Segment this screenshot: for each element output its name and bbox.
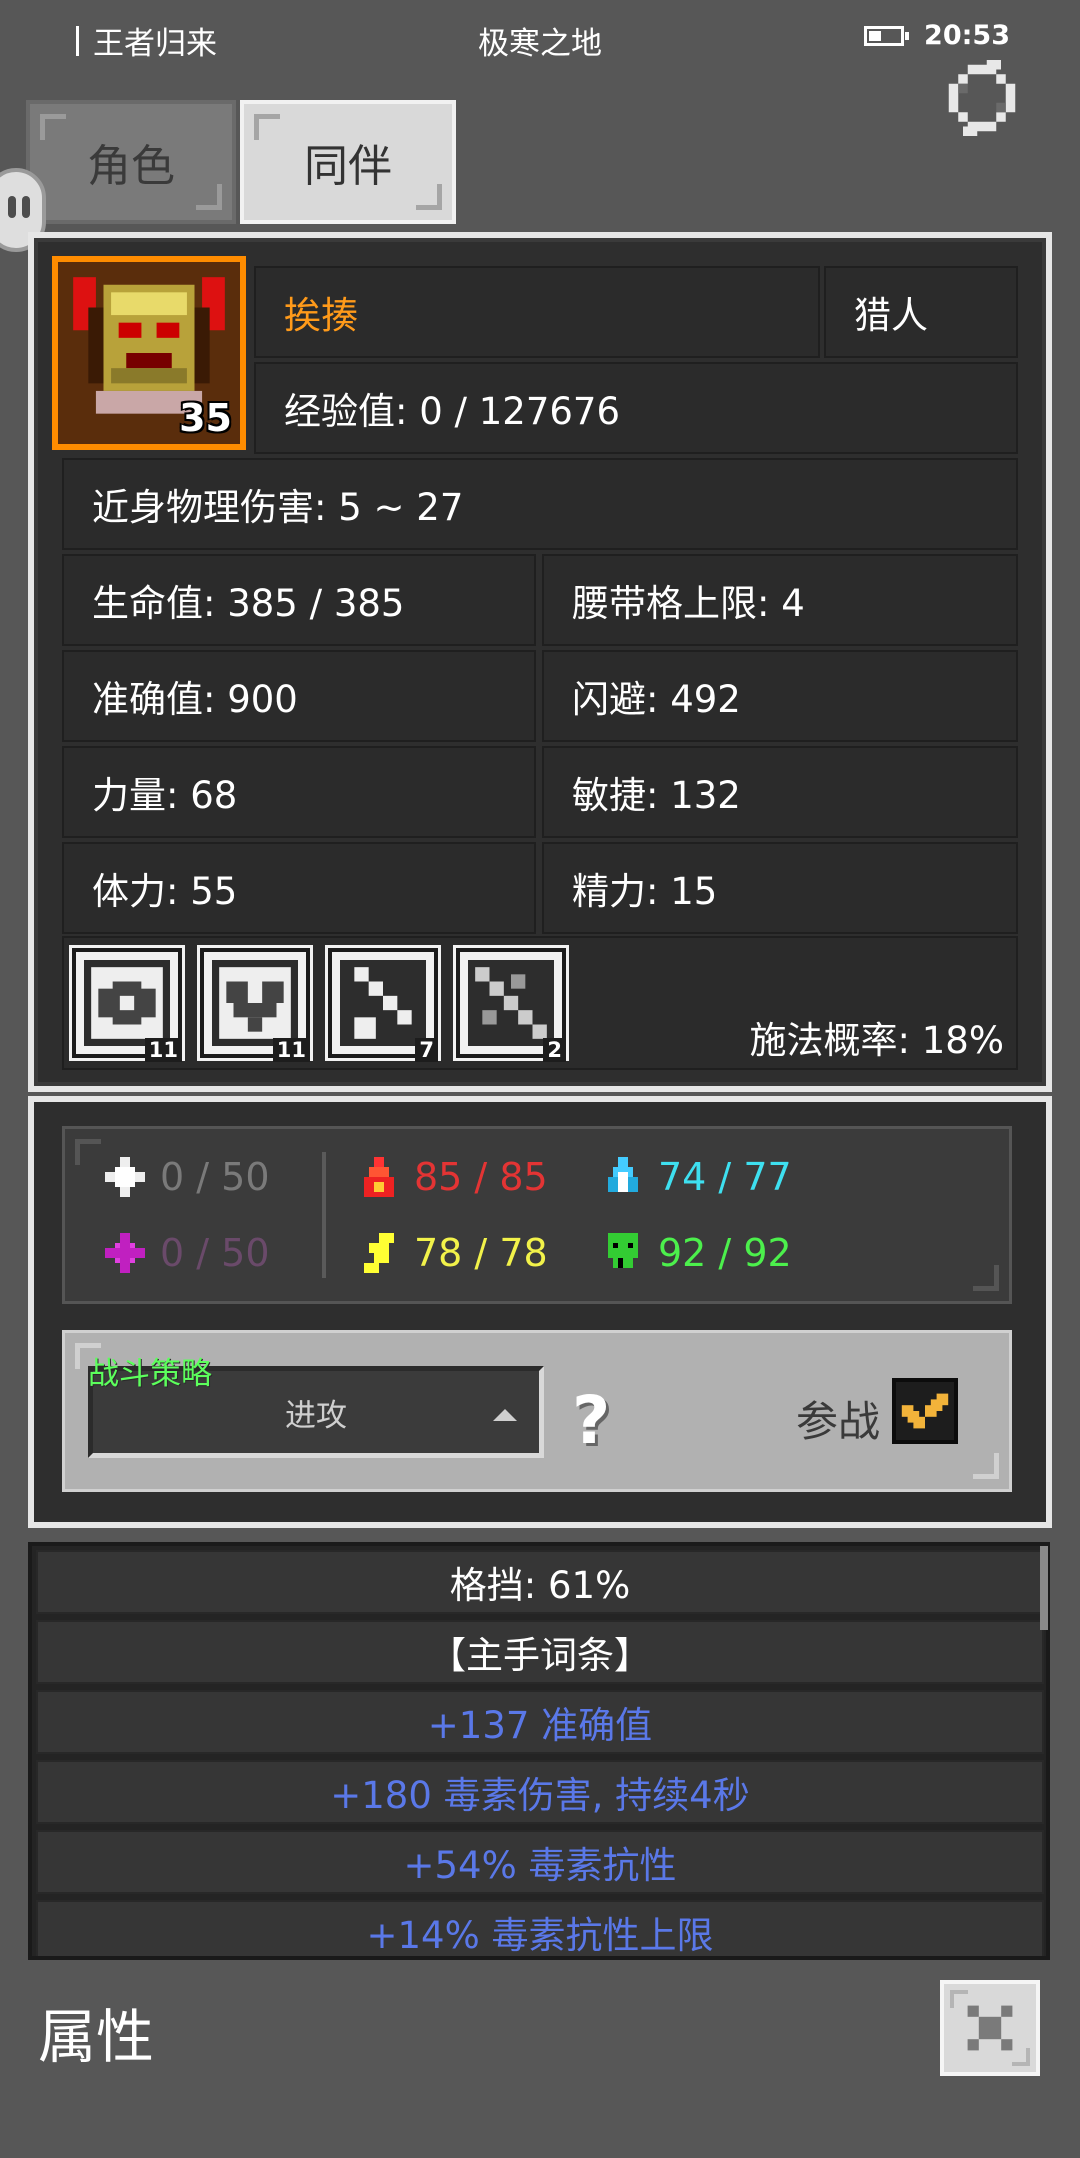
frame-corner [40,114,66,140]
close-icon [967,2005,1013,2051]
stat-belt-slots: 腰带格上限: 4 [542,554,1018,646]
skill-count: 7 [415,1038,438,1062]
chevron-up-icon [493,1409,517,1421]
join-battle-label: 参战 [796,1397,881,1446]
cast-rate: 施法概率: 18% [749,1019,1004,1062]
strategy-label: 战斗策略 [88,1356,212,1392]
cold-resist-icon [608,1157,638,1192]
eye-skill-icon [91,967,163,1039]
clock: 20:53 [924,20,1010,51]
stat-agility: 敏捷: 132 [542,746,1018,838]
resistance-divider [322,1152,326,1278]
resist-physical: 0 / 50 [100,1152,270,1202]
tab-companion-label: 同伴 [304,141,392,192]
companion-exp: 经验值: 0 / 127676 [254,362,1018,454]
physical-resist-icon [105,1157,145,1197]
magic-resist-icon [105,1233,145,1273]
status-right: 20:53 [864,20,1010,51]
resist-magic: 0 / 50 [100,1228,270,1278]
checkmark-icon [901,1393,949,1429]
companion-level: 35 [179,396,232,440]
poison-skull-icon [608,1233,638,1268]
blade-skill-icon [475,967,547,1039]
list-item: +14% 毒素抗性上限 [36,1900,1044,1956]
resist-fire-value: 85 / 85 [414,1155,548,1199]
resist-magic-value: 0 / 50 [160,1231,270,1275]
skill-frame [212,960,298,1046]
companion-class: 猎人 [824,266,1018,358]
frame-corner [973,1453,999,1479]
list-item: +180 毒素伤害, 持续4秒 [36,1760,1044,1824]
list-item: 格挡: 61% [36,1550,1044,1614]
lightning-resist-icon [364,1233,394,1273]
resist-cold-value: 74 / 77 [658,1155,792,1199]
tab-role-label: 角色 [87,141,175,192]
skill-slot-blade[interactable]: 2 [453,945,569,1062]
app-name-text: 王者归来 [93,26,217,62]
skill-slot-heart[interactable]: 11 [197,945,313,1062]
join-battle-checkbox[interactable] [892,1378,958,1444]
stat-dodge: 闪避: 492 [542,650,1018,742]
strategy-value: 进攻 [285,1397,347,1434]
melee-damage: 近身物理伤害: 5 ~ 27 [62,458,1018,550]
companion-name: 挨揍 [254,266,820,358]
stat-hp: 生命值: 385 / 385 [62,554,536,646]
heart-skill-icon [219,967,291,1039]
list-scrollbar[interactable] [1040,1546,1048,1630]
frame-corner [973,1265,999,1291]
resist-cold: 74 / 77 [598,1152,792,1202]
resist-poison: 92 / 92 [598,1228,792,1278]
stat-accuracy: 准确值: 900 [62,650,536,742]
resist-lightning: 78 / 78 [354,1228,548,1278]
companion-portrait[interactable]: 35 [52,256,246,450]
skill-count: 11 [144,1038,182,1062]
resist-physical-value: 0 / 50 [160,1155,270,1199]
skill-slot-eye[interactable]: 11 [69,945,185,1062]
frame-corner [1012,2048,1030,2066]
refresh-icon[interactable] [944,60,1020,136]
skill-frame [84,960,170,1046]
skill-count: 11 [272,1038,310,1062]
skill-frame [468,960,554,1046]
skill-frame [340,960,426,1046]
portrait-frame: 35 [58,262,240,444]
frame-corner [75,1139,101,1165]
footer-title: 属性 [38,2003,155,2071]
tab-companion[interactable]: 同伴 [240,100,456,224]
resist-lightning-value: 78 / 78 [414,1231,548,1275]
skill-count: 2 [543,1038,566,1062]
stat-energy: 精力: 15 [542,842,1018,934]
resist-poison-value: 92 / 92 [658,1231,792,1275]
status-app-name: 王者归来 [76,18,217,63]
fire-resist-icon [364,1157,394,1197]
list-item: +54% 毒素抗性 [36,1830,1044,1894]
list-item: +137 准确值 [36,1690,1044,1754]
frame-corner [254,114,280,140]
battery-icon [864,25,910,46]
frame-corner [416,184,442,210]
staff-skull-icon [354,967,412,1039]
tab-role[interactable]: 角色 [26,100,236,224]
stat-strength: 力量: 68 [62,746,536,838]
resist-fire: 85 / 85 [354,1152,548,1202]
stat-stamina: 体力: 55 [62,842,536,934]
item-stats-list[interactable]: 格挡: 61% 【主手词条】 +137 准确值 +180 毒素伤害, 持续4秒 … [28,1542,1050,1960]
location-title: 极寒之地 [478,26,602,62]
close-button[interactable] [940,1980,1040,2076]
skill-slot-staff[interactable]: 7 [325,945,441,1062]
help-icon[interactable]: ? [572,1382,610,1459]
frame-corner [196,184,222,210]
list-item: 【主手词条】 [36,1620,1044,1684]
